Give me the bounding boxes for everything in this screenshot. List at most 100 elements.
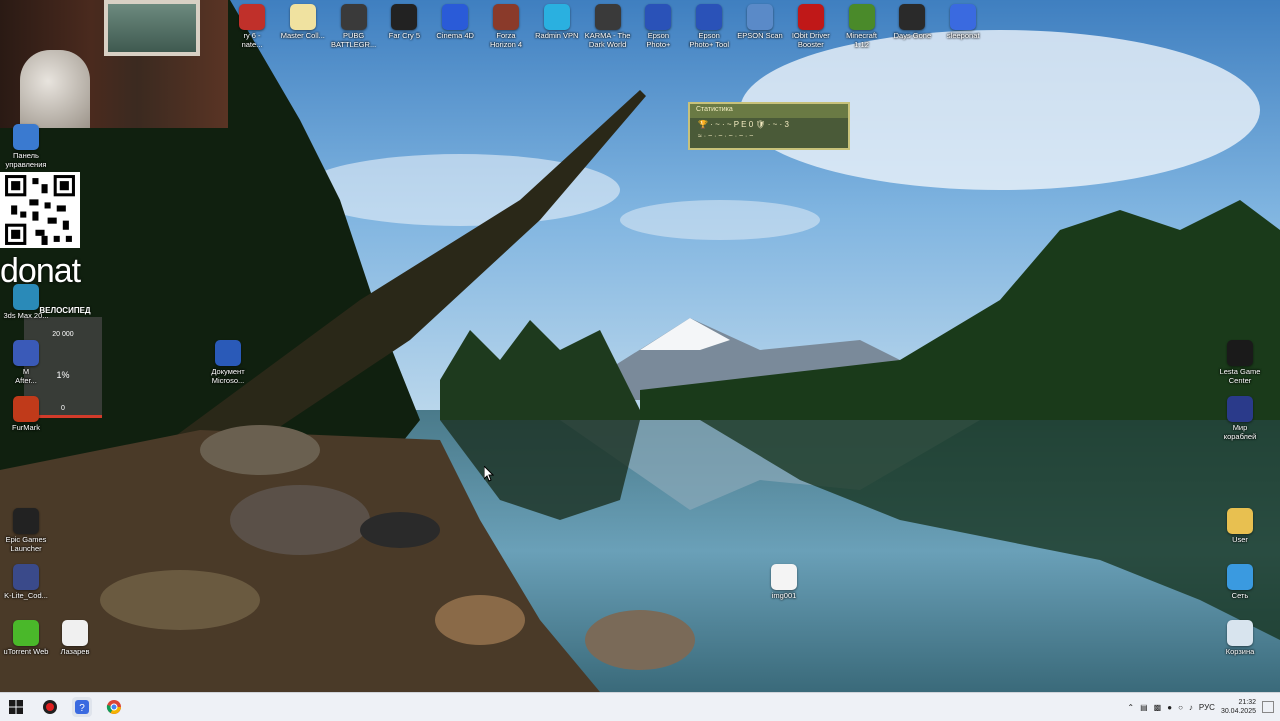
epson-photo-icon [645,4,672,30]
cinema4d-icon [442,4,469,30]
recycle-bin-icon [1227,620,1253,646]
desktop-icon[interactable]: Epic Games Launcher [0,508,52,553]
windows-icon [9,700,23,714]
desktop-icon[interactable]: K-Lite_Cod... [0,564,52,600]
webcam-window [104,0,200,56]
desktop-icon-label: Days Gone [893,31,932,40]
user-folder-icon [1227,508,1253,534]
svg-text:?: ? [79,703,85,714]
desktop-icon[interactable]: sleeponat [937,4,989,40]
desktop-icon[interactable]: IObit Driver Booster [785,4,837,49]
desktop-icon-label: Лазарев [60,647,90,656]
lesta-icon [1227,340,1253,366]
control-panel-icon [13,124,39,150]
desktop-icon[interactable]: M After... [0,340,52,385]
battery-icon[interactable]: ▩ [1154,703,1162,712]
after-effects-icon [13,340,39,366]
desktop-icon[interactable]: img001 [758,564,810,600]
language-indicator[interactable]: РУС [1199,703,1215,712]
volume-icon[interactable]: ♪ [1189,703,1193,712]
desktop-icon-label: KARMA - The Dark World [584,31,631,49]
desktop-icon[interactable]: EPSON Scan [734,4,786,40]
taskbar-app-chrome[interactable] [104,697,124,717]
desktop-icon-label: Мир кораблей [1223,423,1257,441]
desktop-icon[interactable]: Документ Microso... [202,340,254,385]
desktop-icon-label: sleeponat [946,31,980,40]
desktop-icon[interactable]: User [1214,508,1266,544]
game-icon [239,4,265,30]
daysgone-icon [899,4,926,30]
network-icon [1227,564,1253,590]
desktop-icon-label: User [1232,535,1248,544]
epson-tool-icon [696,4,723,30]
radmin-icon [543,4,570,30]
file-icon [62,620,88,646]
desktop-icon[interactable]: Epson Photo+ Tool [683,4,735,49]
desktop-icon[interactable]: PUBG BATTLEGR... [328,4,380,49]
desktop-icon[interactable]: FurMark [0,396,52,432]
3dsmax-icon [13,284,39,310]
desktop-icon[interactable]: uTorrent Web [0,620,52,656]
taskbar-app-sleeponat[interactable]: ? [72,697,92,717]
app-icon [950,4,977,30]
desktop-icon[interactable]: Forza Horizon 4 [480,4,532,49]
desktop-icon[interactable]: ry 6 - nate... [226,4,278,49]
notifications-icon[interactable] [1262,701,1274,713]
utorrent-icon [13,620,39,646]
desktop-icon-label: ry 6 - nate... [241,31,263,49]
desktop-icon-label: Корзина [1225,647,1255,656]
desktop-icon-label: Radmin VPN [535,31,579,40]
ships-icon [1227,396,1253,422]
desktop-icon[interactable]: Панель управления [0,124,52,169]
desktop-icon[interactable]: Мир кораблей [1214,396,1266,441]
network-tray-icon[interactable]: ▤ [1140,703,1148,712]
chevron-up-icon[interactable]: ⌃ [1127,703,1134,712]
clock-date: 30.04.2025 [1220,708,1256,715]
desktop-icon[interactable]: Сеть [1214,564,1266,600]
image-file-icon [771,564,797,590]
record-icon [43,700,57,714]
desktop-icon[interactable]: Minecraft 1.12 [836,4,888,49]
stats-widget[interactable]: Статистика 🏆 · ~ · ~ P E 0 🛡 · ~ · 3 ≈ ·… [688,102,850,150]
desktop-icon[interactable]: Radmin VPN [531,4,583,40]
epson-scan-icon [747,4,773,30]
start-button[interactable] [6,697,26,717]
farcry-icon [391,4,418,30]
desktop-icon-label: Документ Microso... [211,367,245,385]
desktop-icon[interactable]: Master Coll... [277,4,329,40]
wifi-icon[interactable]: ○ [1178,703,1183,712]
desktop-icon-label: Панель управления [5,151,47,169]
klite-icon [13,564,39,590]
desktop-icon-label: 3ds Max 20... [3,311,49,320]
desktop-icon-label: Lesta Game Center [1219,367,1261,385]
desktop-icon-label: Minecraft 1.12 [846,31,878,49]
desktop-icon-label: FurMark [12,423,40,432]
desktop-icon-label: Forza Horizon 4 [489,31,523,49]
desktop-icon[interactable]: Days Gone [886,4,938,40]
desktop-icon[interactable]: Far Cry 5 [378,4,430,40]
taskbar-app-recording[interactable] [40,697,60,717]
desktop-icon[interactable]: Cinema 4D [429,4,481,40]
furmark-icon [13,396,39,422]
mouse-cursor-icon [484,466,494,482]
desktop-icon[interactable]: Лазарев [49,620,101,656]
word-icon [215,340,241,366]
desktop-icon-label: IObit Driver Booster [791,31,830,49]
desktop-icon[interactable]: Lesta Game Center [1214,340,1266,385]
desktop-icon[interactable]: 3ds Max 20... [0,284,52,320]
desktop-icon[interactable]: Epson Photo+ [632,4,684,49]
desktop-icon-label: M After... [15,367,37,385]
desktop-icon[interactable]: KARMA - The Dark World [582,4,634,49]
webcam-overlay [0,0,228,128]
folder-icon [289,4,316,30]
desktop-icon-label: Epson Photo+ Tool [689,31,730,49]
stats-row-1: 🏆 · ~ · ~ P E 0 🛡 · ~ · 3 [698,120,789,129]
clock[interactable]: 21:32 30.04.2025 [1221,698,1256,716]
pubg-icon [340,4,367,30]
desktop-icon[interactable]: Корзина [1214,620,1266,656]
minecraft-icon [848,4,875,30]
desktop-icon-label: PUBG BATTLEGR... [330,31,377,49]
desktop-icon-label: EPSON Scan [737,31,783,40]
desktop-icon-label: img001 [771,591,797,600]
microphone-icon[interactable]: ● [1167,703,1172,712]
